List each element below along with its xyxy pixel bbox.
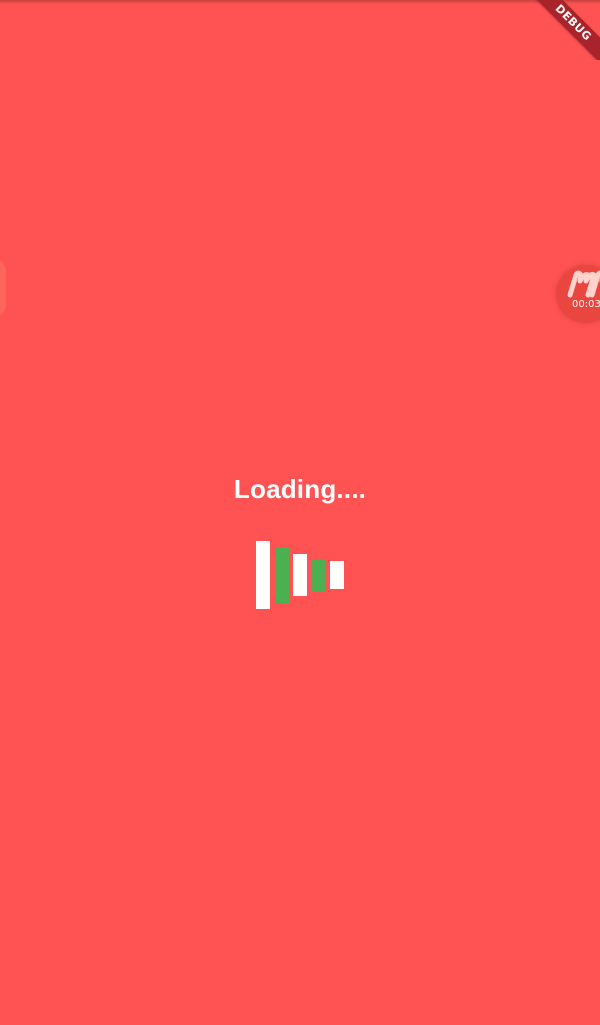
loading-bar-2 bbox=[275, 547, 289, 603]
loading-text: Loading.... bbox=[233, 474, 367, 504]
debug-banner: DEBUG bbox=[530, 0, 600, 60]
recorder-logo-icon bbox=[567, 270, 600, 298]
loading-bar-5 bbox=[330, 561, 344, 589]
loading-bar-4 bbox=[312, 560, 326, 591]
status-bar-shadow bbox=[0, 0, 600, 4]
loading-bars bbox=[256, 541, 348, 609]
loading-bar-1 bbox=[256, 541, 270, 609]
recorder-timer: 00:03 bbox=[572, 299, 600, 310]
loading-indicator: Loading.... bbox=[0, 470, 600, 508]
left-edge-handle[interactable] bbox=[0, 258, 6, 318]
loading-bar-3 bbox=[293, 554, 307, 596]
screen-recorder-bubble[interactable]: 00:03 bbox=[556, 265, 600, 323]
debug-banner-label: DEBUG bbox=[530, 0, 600, 60]
